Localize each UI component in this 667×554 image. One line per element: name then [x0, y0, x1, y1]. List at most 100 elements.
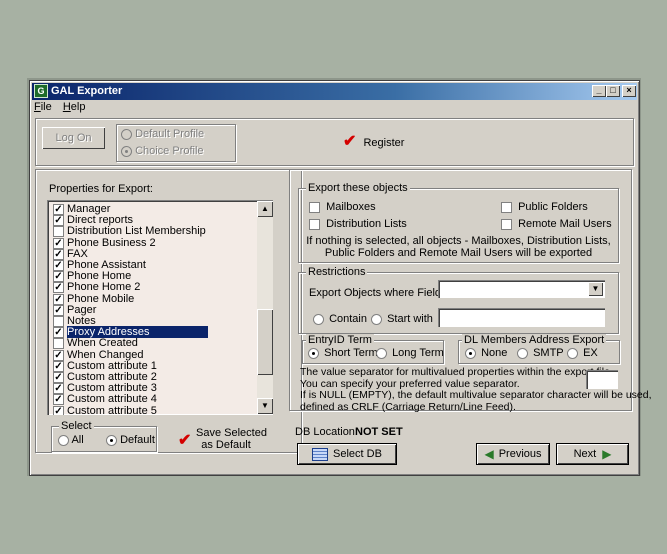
- dl-members-label: DL Members Address Export: [462, 334, 607, 346]
- property-checkbox[interactable]: ✓: [53, 372, 64, 383]
- property-label: Distribution List Membership: [67, 225, 206, 238]
- db-location-label: DB Location:: [295, 426, 358, 438]
- scroll-down-icon[interactable]: ▼: [257, 398, 273, 414]
- arrow-left-icon: ◀: [484, 447, 494, 461]
- select-db-button[interactable]: Select DB: [298, 444, 396, 464]
- maximize-button[interactable]: □: [606, 85, 620, 97]
- long-term-radio[interactable]: [376, 347, 387, 359]
- start-with-option[interactable]: Start with: [371, 313, 433, 325]
- public-folders-checkbox[interactable]: [501, 201, 512, 213]
- property-checkbox[interactable]: ✓: [53, 405, 64, 415]
- property-checkbox[interactable]: [53, 316, 64, 327]
- gal-exporter-window: G GAL Exporter _ □ × File Help Log On De…: [29, 80, 652, 476]
- property-label: When Changed: [67, 348, 144, 361]
- dl-none-option[interactable]: None: [465, 347, 507, 359]
- property-label: Pager: [67, 303, 97, 316]
- property-checkbox[interactable]: ✓: [53, 304, 64, 316]
- dl-none-radio[interactable]: [465, 347, 476, 359]
- mailboxes-checkbox[interactable]: [309, 201, 320, 213]
- property-label: Custom attribute 3: [67, 382, 157, 395]
- property-checkbox[interactable]: [53, 338, 64, 350]
- property-checkbox[interactable]: ✓: [53, 282, 64, 294]
- property-label: Phone Assistant: [67, 259, 146, 271]
- property-checkbox[interactable]: ✓: [53, 349, 64, 361]
- dl-smtp-radio[interactable]: [517, 347, 528, 359]
- menu-help[interactable]: Help: [63, 101, 86, 113]
- property-checkbox[interactable]: ✓: [53, 327, 64, 339]
- property-checkbox[interactable]: [53, 226, 64, 238]
- property-label: Manager: [67, 203, 111, 215]
- property-checkbox[interactable]: ✓: [53, 204, 64, 215]
- property-checkbox[interactable]: ✓: [53, 360, 64, 372]
- title-bar[interactable]: G GAL Exporter _ □ ×: [32, 83, 637, 100]
- scroll-up-icon[interactable]: ▲: [257, 201, 273, 217]
- database-icon: [312, 447, 329, 461]
- property-label: FAX: [67, 247, 88, 260]
- contain-radio[interactable]: [313, 313, 324, 325]
- dl-smtp-option[interactable]: SMTP: [517, 347, 564, 359]
- distribution-lists-option[interactable]: Distribution Lists: [309, 218, 407, 230]
- start-with-radio[interactable]: [371, 313, 382, 325]
- property-label: Custom attribute 4: [67, 393, 157, 406]
- logon-panel: Log On Default Profile Choice Profile ✔ …: [35, 118, 634, 166]
- long-term-option[interactable]: Long Term: [376, 347, 444, 359]
- property-checkbox[interactable]: ✓: [53, 248, 64, 260]
- previous-button[interactable]: ◀ Previous: [477, 444, 549, 464]
- select-group-label: Select: [59, 420, 94, 432]
- red-checkmark-icon: ✔: [178, 432, 192, 449]
- mailboxes-option[interactable]: Mailboxes: [309, 201, 376, 213]
- property-checkbox[interactable]: ✓: [53, 271, 64, 283]
- property-label: Notes: [67, 315, 96, 327]
- dl-ex-option[interactable]: EX: [567, 347, 598, 359]
- restriction-value-input[interactable]: [438, 308, 605, 327]
- select-all-option[interactable]: All: [58, 434, 84, 446]
- remote-mail-users-option[interactable]: Remote Mail Users: [501, 218, 612, 230]
- minimize-button[interactable]: _: [592, 85, 606, 97]
- app-icon: G: [34, 84, 48, 98]
- property-label: Direct reports: [67, 214, 134, 227]
- select-default-option[interactable]: Default: [106, 434, 155, 446]
- default-profile-radio[interactable]: [121, 128, 132, 140]
- property-checkbox[interactable]: ✓: [53, 293, 64, 305]
- register-link[interactable]: ✔ Register: [343, 131, 404, 151]
- default-profile-option[interactable]: Default Profile: [121, 128, 204, 140]
- scroll-thumb[interactable]: [257, 309, 273, 375]
- red-checkmark-icon: ✔: [343, 133, 357, 150]
- choice-profile-radio[interactable]: [121, 145, 132, 157]
- chevron-down-icon[interactable]: ▼: [588, 282, 603, 296]
- short-term-option[interactable]: Short Term: [308, 347, 378, 359]
- export-objects-label: Export these objects: [306, 182, 410, 194]
- distribution-lists-checkbox[interactable]: [309, 218, 320, 230]
- choice-profile-option[interactable]: Choice Profile: [121, 145, 204, 157]
- field-label: Export Objects where Field:: [309, 287, 445, 299]
- property-checkbox[interactable]: ✓: [53, 394, 64, 406]
- property-label: Phone Mobile: [67, 292, 135, 305]
- property-label: Phone Home: [67, 270, 132, 283]
- export-objects-note: If nothing is selected, all objects - Ma…: [306, 235, 611, 259]
- menu-bar: File Help: [34, 101, 93, 117]
- menu-file[interactable]: File: [34, 101, 52, 113]
- close-button[interactable]: ×: [622, 85, 636, 97]
- next-button[interactable]: Next ▶: [557, 444, 628, 464]
- field-select[interactable]: ▼: [438, 280, 605, 298]
- property-checkbox[interactable]: ✓: [53, 260, 64, 271]
- list-item[interactable]: ✓ Custom attribute 5: [53, 404, 253, 415]
- select-default-radio[interactable]: [106, 434, 117, 446]
- separator-input[interactable]: [586, 370, 618, 389]
- property-checkbox[interactable]: ✓: [53, 237, 64, 249]
- property-label: Custom attribute 2: [67, 371, 157, 383]
- restrictions-label: Restrictions: [306, 266, 368, 278]
- remote-mail-users-checkbox[interactable]: [501, 218, 512, 230]
- select-all-radio[interactable]: [58, 434, 69, 446]
- properties-scrollbar[interactable]: ▲ ▼: [257, 201, 273, 414]
- property-checkbox[interactable]: ✓: [53, 383, 64, 395]
- dl-ex-radio[interactable]: [567, 347, 578, 359]
- contain-option[interactable]: Contain: [313, 313, 367, 325]
- property-checkbox[interactable]: ✓: [53, 215, 64, 227]
- public-folders-option[interactable]: Public Folders: [501, 201, 588, 213]
- log-on-button[interactable]: Log On: [42, 127, 105, 149]
- properties-label: Properties for Export:: [49, 183, 153, 195]
- properties-list[interactable]: ✓ Manager ✓ Direct reports Distribution List…: [47, 200, 273, 415]
- property-label: Custom attribute 5: [67, 404, 157, 415]
- short-term-radio[interactable]: [308, 347, 319, 359]
